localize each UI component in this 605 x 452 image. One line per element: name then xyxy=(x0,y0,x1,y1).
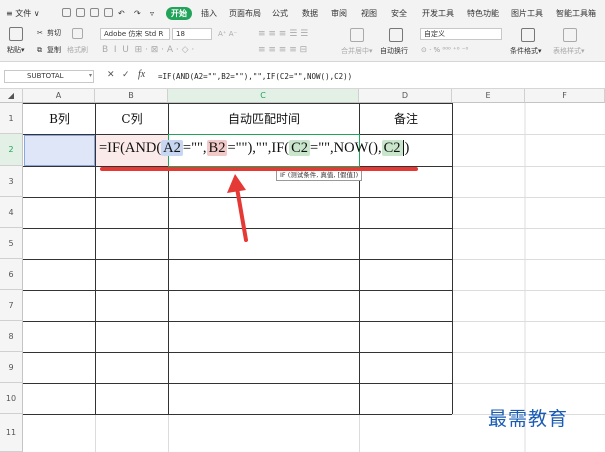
annotation-arrow-head xyxy=(227,174,246,193)
annotation-arrow-shaft xyxy=(235,186,248,242)
annotation-overlay xyxy=(100,167,418,242)
watermark-text: 最需教育 xyxy=(488,408,569,430)
